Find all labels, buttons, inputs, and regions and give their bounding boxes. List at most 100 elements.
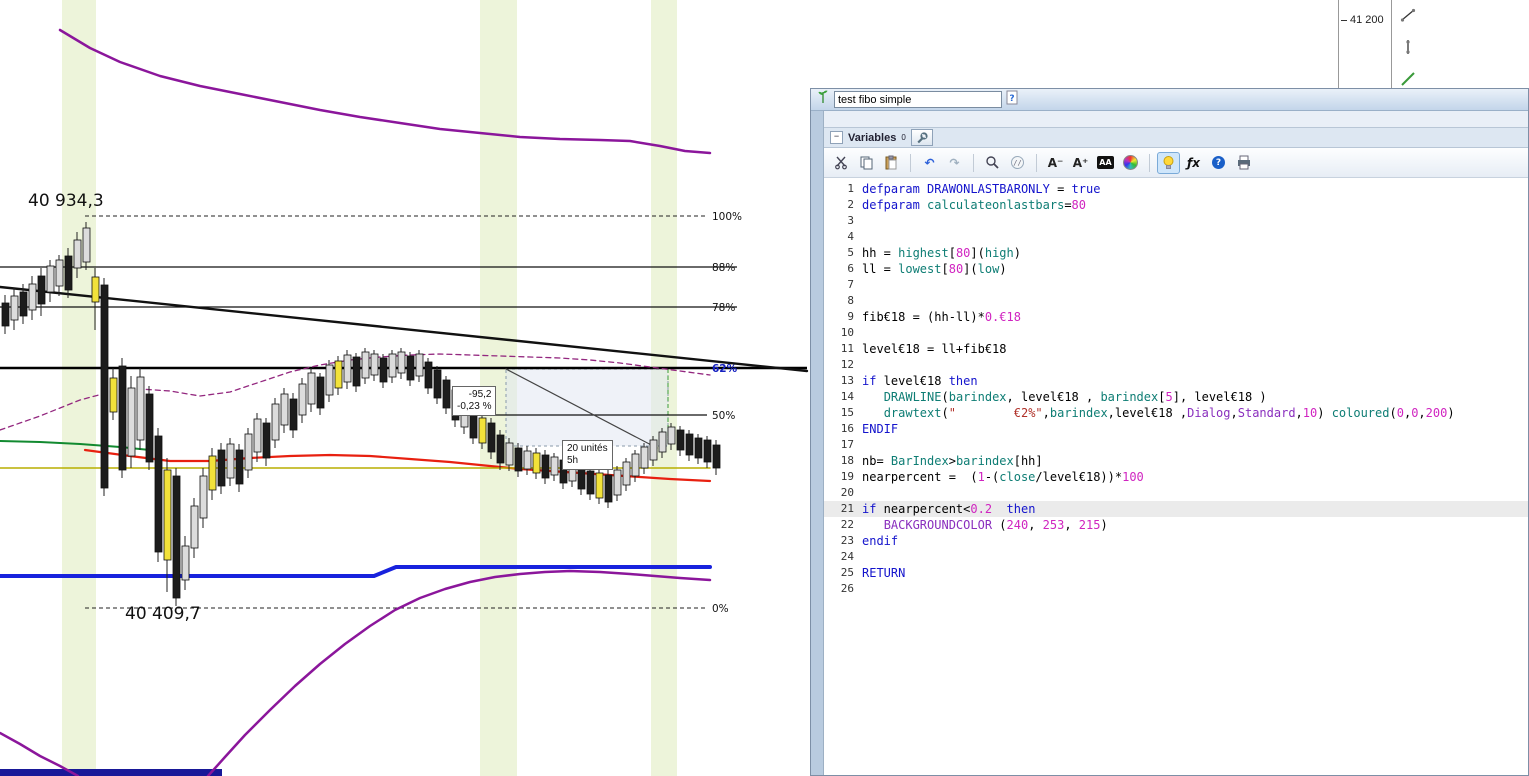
candle-body (667, 426, 676, 445)
drawing-tool-palette (1395, 2, 1421, 92)
candle-body (10, 295, 19, 321)
fx-icon[interactable]: ƒx (1182, 152, 1205, 174)
line-number: 19 (840, 470, 854, 483)
fib-level-label: 0% (712, 603, 729, 615)
collapse-icon[interactable]: − (830, 131, 843, 144)
code-line[interactable]: 21 if nearpercent<0.2 then (824, 501, 1528, 517)
code-text: fib€18 = (hh-ll)*0.€18 (862, 310, 1021, 324)
copy-icon[interactable] (855, 152, 878, 174)
segment-tool-icon[interactable] (1395, 34, 1421, 60)
redo-icon[interactable]: ↷ (943, 152, 966, 174)
zoom-icon[interactable] (981, 152, 1004, 174)
code-line[interactable]: 3 (824, 213, 1528, 229)
font-smaller-icon[interactable]: A⁻ (1044, 152, 1067, 174)
code-line[interactable]: 4 (824, 229, 1528, 245)
fib-level-label: 88% (712, 262, 735, 274)
hint-bulb-icon[interactable] (1157, 151, 1180, 174)
line-number: 3 (847, 214, 854, 227)
trend-line-tool-icon[interactable] (1395, 2, 1421, 28)
code-line[interactable]: 1 defparam DRAWONLASTBARONLY = true (824, 181, 1528, 197)
candle-body (64, 255, 73, 291)
candle-body (514, 447, 523, 472)
line-number: 1 (847, 182, 854, 195)
code-line[interactable]: 23 endif (824, 533, 1528, 549)
code-line[interactable]: 26 (824, 581, 1528, 597)
panel-splitter[interactable] (811, 111, 824, 775)
syntax-colors-icon[interactable]: AA (1094, 152, 1117, 174)
code-line[interactable]: 15 drawtext(" €2%",barindex,level€18 ,Di… (824, 405, 1528, 421)
code-line[interactable]: 12 (824, 357, 1528, 373)
candle-body (595, 472, 604, 499)
candle-body (280, 393, 289, 426)
cut-icon[interactable] (830, 152, 853, 174)
code-line[interactable]: 8 (824, 293, 1528, 309)
code-line[interactable]: 20 (824, 485, 1528, 501)
line-number: 13 (840, 374, 854, 387)
line-number: 21 (840, 502, 854, 515)
code-line[interactable]: 2 defparam calculateonlastbars=80 (824, 197, 1528, 213)
candle-body (523, 450, 532, 470)
line-number: 15 (840, 406, 854, 419)
editor-toolbar: ↶ ↷ // A⁻ A⁺ AA ƒx? (824, 148, 1528, 178)
candle-body (712, 444, 721, 469)
line-number: 2 (847, 198, 854, 211)
candle-body (460, 402, 469, 428)
line-number: 9 (847, 310, 854, 323)
code-line[interactable]: 16 ENDIF (824, 421, 1528, 437)
candle-body (451, 389, 460, 421)
code-text: DRAWLINE(barindex, level€18 , barindex[5… (883, 390, 1267, 404)
candle-body (334, 360, 343, 389)
wrench-icon[interactable] (910, 129, 933, 146)
code-line[interactable]: 9 fib€18 = (hh-ll)*0.€18 (824, 309, 1528, 325)
fib-level-label: 50% (712, 410, 735, 422)
code-line[interactable]: 17 (824, 437, 1528, 453)
code-line[interactable]: 11 level€18 = ll+fib€18 (824, 341, 1528, 357)
code-line[interactable]: 19 nearpercent = (1-(close/level€18))*100 (824, 469, 1528, 485)
undo-icon[interactable]: ↶ (918, 152, 941, 174)
candle-body (55, 259, 64, 287)
code-line[interactable]: 18 nb= BarIndex>barindex[hh] (824, 453, 1528, 469)
code-line[interactable]: 22 BACKGROUNDCOLOR (240, 253, 215) (824, 517, 1528, 533)
font-larger-icon[interactable]: A⁺ (1069, 152, 1092, 174)
code-line[interactable]: 24 (824, 549, 1528, 565)
code-line[interactable]: 25 RETURN (824, 565, 1528, 581)
code-line[interactable]: 6 ll = lowest[80](low) (824, 261, 1528, 277)
paste-icon[interactable] (880, 152, 903, 174)
sprout-icon (816, 89, 830, 110)
fib-level-label: 78% (712, 302, 735, 314)
variables-section-label: Variables (848, 131, 897, 144)
code-text: if level€18 then (862, 374, 978, 388)
code-line[interactable]: 13 if level€18 then (824, 373, 1528, 389)
code-line[interactable]: 10 (824, 325, 1528, 341)
print-icon[interactable] (1232, 152, 1255, 174)
candle-body (658, 431, 667, 453)
candle-body (469, 409, 478, 439)
measure-region[interactable] (505, 368, 669, 447)
color-wheel-icon[interactable] (1119, 152, 1142, 174)
candle-body (703, 439, 712, 463)
code-text: nearpercent = (1-(close/level€18))*100 (862, 470, 1144, 484)
candle-body (613, 469, 622, 496)
page-help-icon[interactable]: ? (1006, 90, 1019, 110)
code-line[interactable]: 14 DRAWLINE(barindex, level€18 , barinde… (824, 389, 1528, 405)
candle-body (208, 455, 217, 491)
candle-body (172, 475, 181, 599)
help-icon[interactable]: ? (1207, 152, 1230, 174)
candle-body (289, 398, 298, 431)
fib-level-label: 62% (712, 363, 738, 375)
code-line[interactable]: 7 (824, 277, 1528, 293)
candle-body (424, 361, 433, 389)
script-name-input[interactable] (834, 91, 1002, 108)
code-area[interactable]: 1 defparam DRAWONLASTBARONLY = true 2 defpa… (824, 178, 1528, 775)
code-line[interactable]: 5 hh = highest[80](high) (824, 245, 1528, 261)
candle-body (226, 443, 235, 479)
candle-body (676, 429, 685, 451)
candle-body (532, 452, 541, 474)
prorealtime-app: 100% 88% 78% 62% 50% 0% 40 934,3 40 409,7 -95,2… (0, 0, 1529, 776)
code-text: BACKGROUNDCOLOR (240, 253, 215) (883, 518, 1108, 532)
candle-body (100, 284, 109, 489)
line-number: 7 (847, 278, 854, 291)
candle-body (379, 357, 388, 383)
price-label: 40 934,3 (28, 191, 104, 211)
comment-icon[interactable]: // (1006, 152, 1029, 174)
